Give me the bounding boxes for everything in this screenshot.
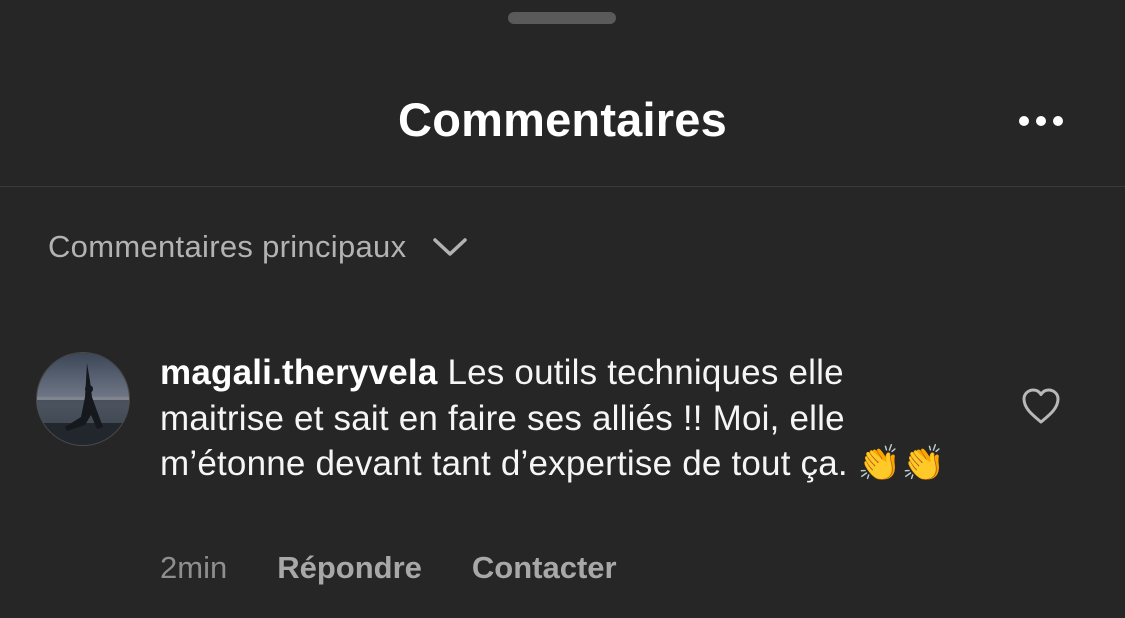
sheet-header: Commentaires — [0, 0, 1125, 187]
comment-meta: 2min Répondre Contacter — [160, 550, 617, 586]
avatar[interactable] — [36, 352, 130, 446]
comments-sheet: Commentaires Commentaires principaux mag… — [0, 0, 1125, 618]
contact-button[interactable]: Contacter — [472, 550, 617, 586]
comment-text-block: magali.theryvela Les outils techniques e… — [160, 350, 960, 487]
comment-timestamp: 2min — [160, 550, 228, 585]
more-horizontal-icon — [1019, 116, 1063, 126]
reply-button[interactable]: Répondre — [277, 550, 422, 586]
chevron-down-icon — [432, 235, 468, 259]
more-options-button[interactable] — [1014, 104, 1068, 138]
comment-sort-label: Commentaires principaux — [48, 229, 407, 264]
heart-outline-icon — [1022, 388, 1060, 424]
comment-sort-dropdown[interactable]: Commentaires principaux — [48, 224, 468, 270]
comment-username[interactable]: magali.theryvela — [160, 353, 438, 392]
like-comment-button[interactable] — [1020, 386, 1062, 426]
sheet-title: Commentaires — [398, 93, 727, 146]
